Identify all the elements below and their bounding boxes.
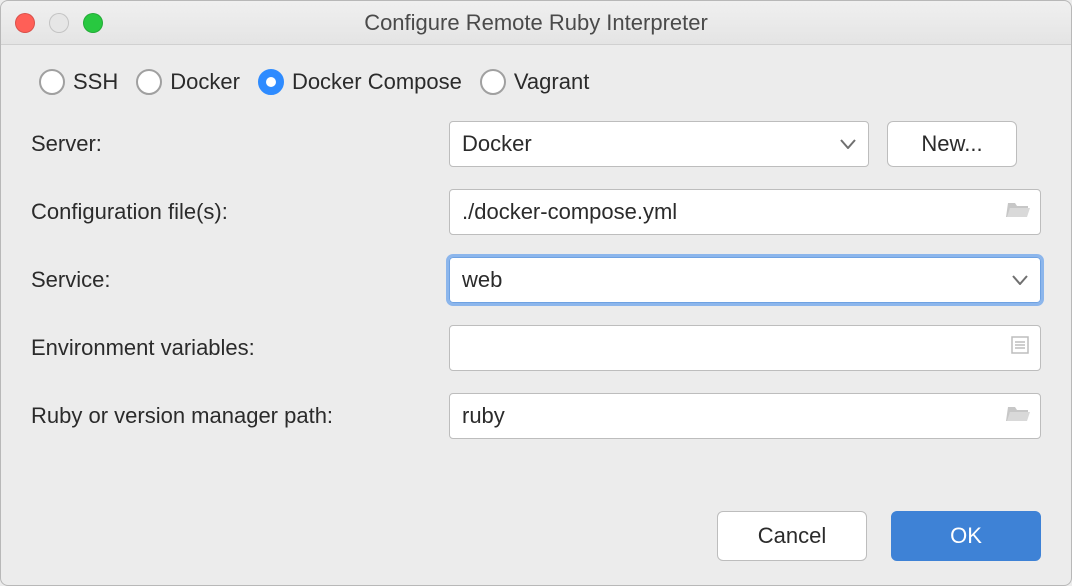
radio-label: SSH — [73, 69, 118, 95]
dialog-body: SSH Docker Docker Compose Vagrant Server… — [1, 45, 1071, 585]
new-server-button[interactable]: New... — [887, 121, 1017, 167]
radio-docker[interactable]: Docker — [136, 69, 240, 95]
config-files-value: ./docker-compose.yml — [462, 199, 677, 225]
radio-label: Docker — [170, 69, 240, 95]
env-input[interactable] — [449, 325, 1041, 371]
folder-open-icon[interactable] — [1006, 199, 1030, 225]
cancel-button-label: Cancel — [758, 523, 826, 549]
folder-open-icon[interactable] — [1006, 403, 1030, 429]
row-config-files: Configuration file(s): ./docker-compose.… — [31, 189, 1041, 235]
config-files-input[interactable]: ./docker-compose.yml — [449, 189, 1041, 235]
server-select-value: Docker — [462, 131, 532, 157]
env-label: Environment variables: — [31, 335, 431, 361]
ruby-path-value: ruby — [462, 403, 505, 429]
dialog-window: Configure Remote Ruby Interpreter SSH Do… — [0, 0, 1072, 586]
radio-icon — [480, 69, 506, 95]
radio-label: Vagrant — [514, 69, 589, 95]
radio-docker-compose[interactable]: Docker Compose — [258, 69, 462, 95]
radio-vagrant[interactable]: Vagrant — [480, 69, 589, 95]
radio-ssh[interactable]: SSH — [39, 69, 118, 95]
radio-label: Docker Compose — [292, 69, 462, 95]
chevron-down-icon — [840, 139, 856, 149]
config-files-label: Configuration file(s): — [31, 199, 431, 225]
cancel-button[interactable]: Cancel — [717, 511, 867, 561]
radio-icon — [39, 69, 65, 95]
dialog-footer: Cancel OK — [31, 491, 1041, 585]
ruby-path-label: Ruby or version manager path: — [31, 403, 431, 429]
titlebar: Configure Remote Ruby Interpreter — [1, 1, 1071, 45]
ruby-path-input[interactable]: ruby — [449, 393, 1041, 439]
row-server: Server: Docker New... — [31, 121, 1041, 167]
row-env: Environment variables: — [31, 325, 1041, 371]
service-label: Service: — [31, 267, 431, 293]
new-server-button-label: New... — [921, 131, 982, 157]
service-select-value: web — [462, 267, 502, 293]
interpreter-type-radios: SSH Docker Docker Compose Vagrant — [39, 69, 1041, 95]
form: Server: Docker New... Configuration file… — [31, 121, 1041, 439]
row-service: Service: web — [31, 257, 1041, 303]
service-select[interactable]: web — [449, 257, 1041, 303]
server-label: Server: — [31, 131, 431, 157]
radio-icon — [136, 69, 162, 95]
minimize-window-button[interactable] — [49, 13, 69, 33]
ok-button[interactable]: OK — [891, 511, 1041, 561]
chevron-down-icon — [1012, 275, 1028, 285]
list-icon[interactable] — [1010, 335, 1030, 361]
radio-icon — [258, 69, 284, 95]
zoom-window-button[interactable] — [83, 13, 103, 33]
ok-button-label: OK — [950, 523, 982, 549]
server-select[interactable]: Docker — [449, 121, 869, 167]
window-title: Configure Remote Ruby Interpreter — [1, 10, 1071, 36]
close-window-button[interactable] — [15, 13, 35, 33]
row-ruby-path: Ruby or version manager path: ruby — [31, 393, 1041, 439]
window-controls — [15, 13, 103, 33]
